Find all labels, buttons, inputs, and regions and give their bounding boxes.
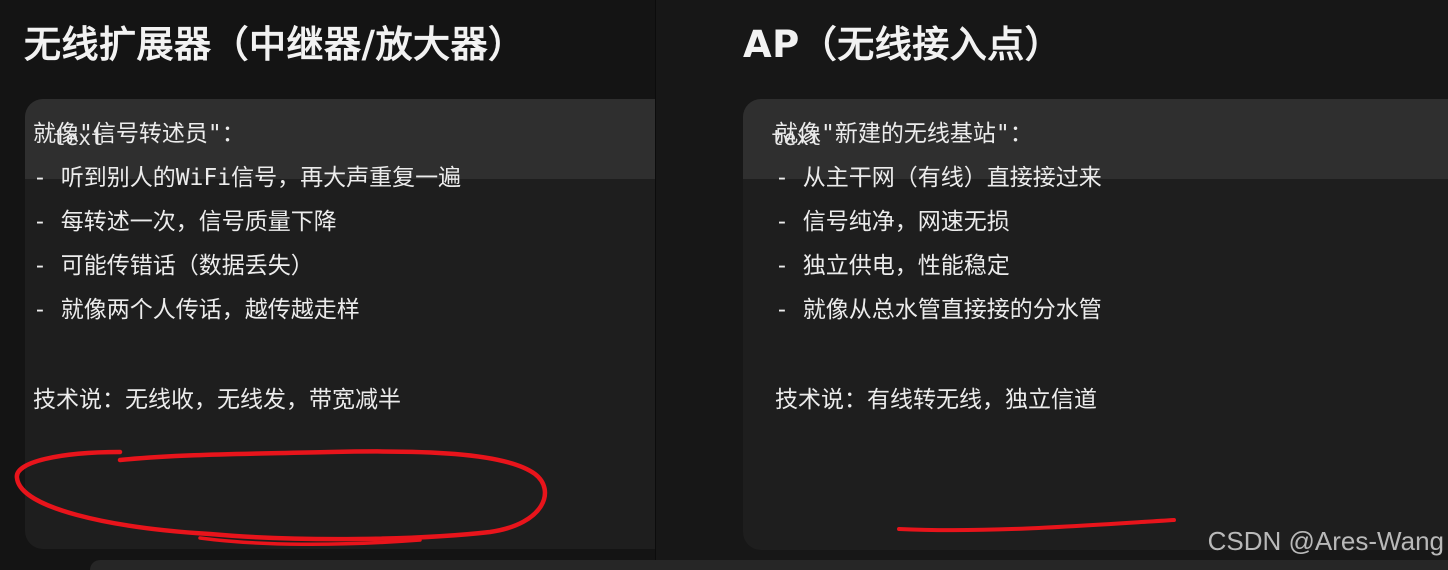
right-code-summary-line: 技术说：有线转无线，独立信道 [775,387,1097,413]
right-code-line: - 就像从总水管直接接的分水管 [775,297,1102,323]
left-code-line: - 每转述一次，信号质量下降 [33,209,337,235]
screenshot-stage: 无线扩展器（中继器/放大器） text 就像"信号转述员"： - 听到别人的Wi… [0,0,1448,570]
right-code-line: - 从主干网（有线）直接接过来 [775,165,1102,191]
left-code-summary-line: 技术说：无线收，无线发，带宽减半 [33,387,401,413]
left-panel-title: 无线扩展器（中继器/放大器） [24,23,526,66]
left-code-line: - 听到别人的WiFi信号，再大声重复一遍 [33,165,462,191]
left-panel: 无线扩展器（中继器/放大器） text 就像"信号转述员"： - 听到别人的Wi… [0,0,655,570]
csdn-watermark: CSDN @Ares-Wang [1207,526,1444,556]
right-code-line: - 独立供电，性能稳定 [775,253,1010,279]
right-code-line: 就像"新建的无线基站"： [775,121,1033,147]
right-code-line: - 信号纯净，网速无损 [775,209,1010,235]
left-code-line: - 可能传错话（数据丢失） [33,253,314,279]
right-panel: AP（无线接入点） text 就像"新建的无线基站"： - 从主干网（有线）直接… [655,0,1448,570]
left-code-line: 就像"信号转述员"： [33,121,245,147]
left-code-line: - 就像两个人传话，越传越走样 [33,297,360,323]
next-block-edge [90,560,1448,570]
right-panel-title: AP（无线接入点） [743,23,1063,66]
